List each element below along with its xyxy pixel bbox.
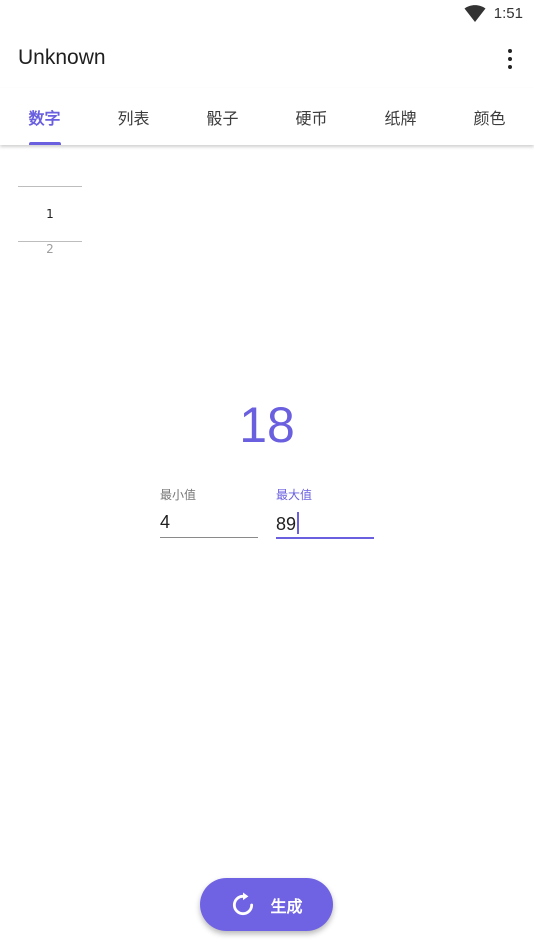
max-value-text: 89: [276, 514, 297, 534]
min-value-input[interactable]: 4: [160, 512, 170, 533]
app-title: Unknown: [18, 46, 106, 69]
tab-bar: 数字 列表 骰子 硬币 纸牌 颜色: [0, 88, 534, 145]
tab-label: 颜色: [473, 108, 506, 128]
app-bar: Unknown: [0, 30, 534, 88]
tab-indicator: [28, 142, 61, 145]
picker-divider: [18, 186, 82, 187]
generate-button[interactable]: 生成: [200, 878, 333, 931]
generate-label: 生成: [270, 896, 303, 916]
wifi-icon: [464, 5, 486, 22]
field-underline: [276, 537, 374, 539]
min-value-field[interactable]: 最小值 4: [160, 486, 258, 542]
tab-number[interactable]: 数字: [0, 88, 89, 145]
more-vert-icon[interactable]: [500, 46, 520, 72]
tab-list[interactable]: 列表: [89, 88, 178, 145]
tab-coin[interactable]: 硬币: [267, 88, 356, 145]
count-picker[interactable]: 1 2: [18, 186, 82, 266]
text-caret: [297, 512, 300, 534]
max-value-field[interactable]: 最大值 89: [276, 486, 374, 542]
max-value-label: 最大值: [276, 488, 313, 502]
tab-color[interactable]: 颜色: [445, 88, 534, 145]
tab-label: 数字: [28, 108, 61, 128]
status-time: 1:51: [493, 5, 523, 22]
picker-next-value: 2: [46, 242, 54, 256]
tab-cards[interactable]: 纸牌: [356, 88, 445, 145]
refresh-icon: [233, 892, 254, 915]
status-bar: 1:51: [0, 0, 534, 30]
min-value-label: 最小值: [160, 488, 197, 502]
tab-label: 硬币: [295, 108, 328, 128]
result-number: 18: [239, 397, 295, 453]
field-underline: [160, 537, 258, 538]
tab-label: 纸牌: [384, 108, 417, 128]
tab-dice[interactable]: 骰子: [178, 88, 267, 145]
tab-label: 列表: [117, 108, 150, 128]
tab-label: 骰子: [206, 108, 239, 128]
picker-current-value: 1: [46, 207, 54, 221]
max-value-input[interactable]: 89: [276, 512, 300, 535]
